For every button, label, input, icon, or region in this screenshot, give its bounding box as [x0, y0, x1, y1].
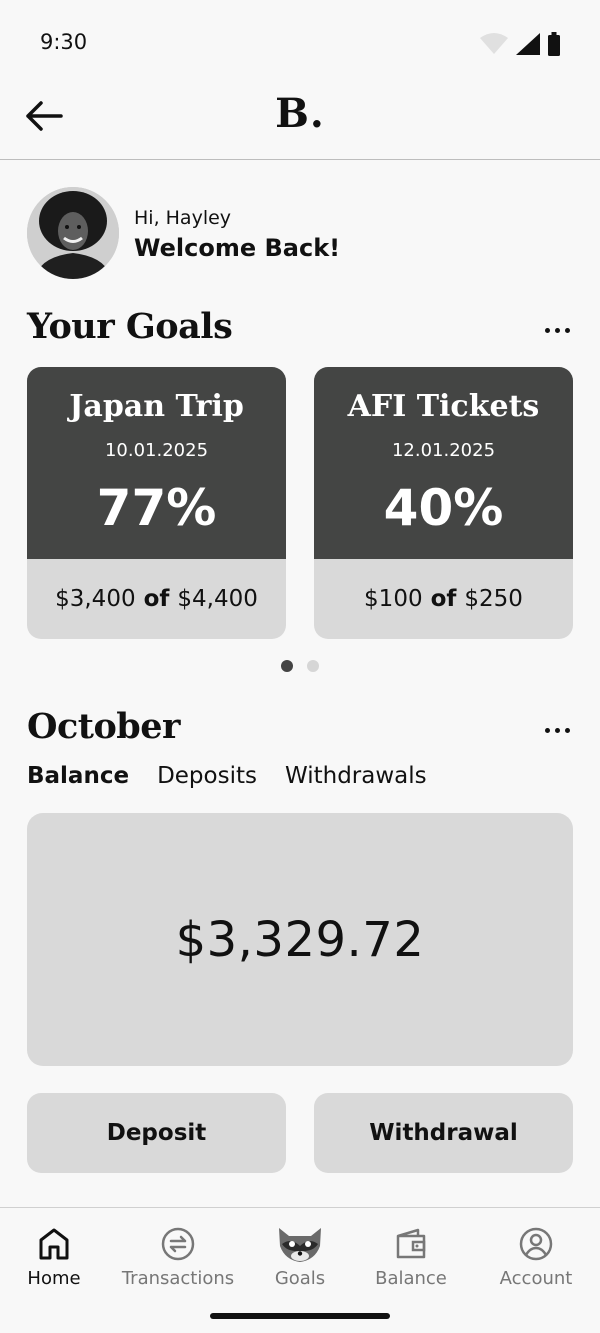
goal-date: 12.01.2025	[391, 440, 496, 461]
nav-item-balance[interactable]: Balance	[351, 1222, 471, 1289]
wifi-icon	[480, 33, 508, 54]
user-photo	[27, 187, 119, 279]
more-dot	[544, 727, 550, 733]
nav-label-account: Account	[499, 1268, 573, 1289]
goal-percent: 77%	[96, 479, 217, 537]
page-dot-2[interactable]	[307, 660, 319, 672]
month-more-button[interactable]	[537, 720, 577, 740]
month-tabs: Balance Deposits Withdrawals	[27, 763, 427, 789]
more-dot	[564, 327, 570, 333]
goal-of: of	[430, 586, 457, 612]
deposit-button[interactable]: Deposit	[27, 1093, 286, 1173]
carousel-pagination	[281, 660, 319, 672]
goals-title: Your Goals	[27, 306, 233, 347]
wallet-icon	[396, 1228, 426, 1259]
account-icon	[519, 1227, 553, 1261]
balance-card: $3,329.72	[27, 813, 573, 1066]
nav-label-goals: Goals	[274, 1268, 326, 1289]
tab-withdrawals[interactable]: Withdrawals	[285, 763, 427, 789]
nav-item-home[interactable]: Home	[0, 1222, 114, 1289]
goal-card-header: Japan Trip 10.01.2025 77%	[27, 367, 286, 559]
home-indicator[interactable]	[210, 1313, 390, 1319]
signal-icon	[516, 33, 540, 55]
goal-name: AFI Tickets	[347, 389, 540, 424]
tab-deposits[interactable]: Deposits	[157, 763, 257, 789]
header-divider	[0, 159, 600, 160]
nav-item-transactions[interactable]: Transactions	[118, 1222, 238, 1289]
goal-card-japan-trip[interactable]: Japan Trip 10.01.2025 77% $3,400 of $4,4…	[27, 367, 286, 639]
goal-card-afi-tickets[interactable]: AFI Tickets 12.01.2025 40% $100 of $250	[314, 367, 573, 639]
goal-percent: 40%	[383, 479, 504, 537]
battery-icon	[548, 32, 560, 56]
more-dot	[544, 327, 550, 333]
greeting-text: Hi, Hayley	[134, 207, 232, 229]
raccoon-icon	[279, 1228, 321, 1262]
nav-label-balance: Balance	[375, 1268, 447, 1289]
status-time: 9:30	[40, 30, 88, 54]
goal-saved: $3,400	[55, 586, 136, 612]
balance-amount: $3,329.72	[175, 911, 425, 968]
status-icons	[480, 32, 560, 56]
more-dot	[554, 327, 560, 333]
tab-balance[interactable]: Balance	[27, 763, 129, 789]
goal-date: 10.01.2025	[104, 440, 209, 461]
goal-progress-amount: $3,400 of $4,400	[27, 559, 286, 639]
more-dot	[564, 727, 570, 733]
goal-target: $250	[464, 586, 523, 612]
goal-card-header: AFI Tickets 12.01.2025 40%	[314, 367, 573, 559]
page-dot-1[interactable]	[281, 660, 293, 672]
nav-item-goals[interactable]: Goals	[240, 1222, 360, 1289]
withdrawal-button[interactable]: Withdrawal	[314, 1093, 573, 1173]
goal-progress-amount: $100 of $250	[314, 559, 573, 639]
nav-label-transactions: Transactions	[121, 1268, 235, 1289]
nav-item-account[interactable]: Account	[476, 1222, 596, 1289]
month-title: October	[27, 706, 181, 747]
goals-more-button[interactable]	[537, 320, 577, 340]
app-logo: B.	[275, 90, 325, 137]
nav-label-home: Home	[27, 1268, 81, 1289]
goal-target: $4,400	[177, 586, 258, 612]
avatar[interactable]	[27, 187, 119, 279]
transfer-icon	[161, 1227, 195, 1261]
welcome-text: Welcome Back!	[134, 234, 341, 262]
more-dot	[554, 727, 560, 733]
goal-of: of	[143, 586, 170, 612]
goal-saved: $100	[364, 586, 423, 612]
home-icon	[39, 1228, 69, 1260]
goal-name: Japan Trip	[69, 389, 244, 424]
